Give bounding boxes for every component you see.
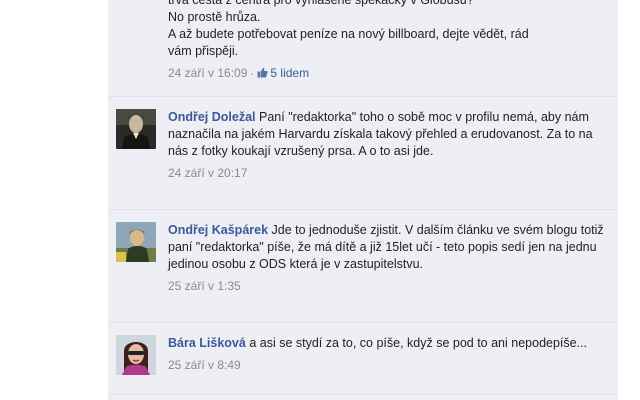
avatar[interactable] <box>116 109 156 149</box>
comment-item <box>108 395 618 400</box>
comment-meta: 25 září v 1:35 <box>168 278 610 294</box>
comment-item: Ondřej Doležal Paní "redaktorka" toho o … <box>108 97 618 210</box>
avatar[interactable] <box>116 335 156 375</box>
comment-item: Bára Lišková a asi se stydí za to, co pí… <box>108 323 618 395</box>
like-count-text: 5 lidem <box>270 66 310 80</box>
comment-text-line: A až budete potřebovat peníze na nový bi… <box>168 27 529 41</box>
comment-timestamp[interactable]: 25 září v 1:35 <box>168 279 241 293</box>
facebook-comments-screenshot: trvá cesta z centra pro vyhlášené špekáč… <box>0 0 640 400</box>
thumbs-up-icon <box>257 66 268 78</box>
comment-meta: 24 září v 16:09 · 5 lidem <box>168 65 610 81</box>
comment-author[interactable]: Bára Lišková <box>168 336 246 350</box>
comment-text: a asi se stydí za to, co píše, když se p… <box>249 336 588 350</box>
like-count-link[interactable]: 5 lidem <box>257 66 309 80</box>
comment-author[interactable]: Ondřej Doležal <box>168 110 256 124</box>
comment-text-line: trvá cesta z centra pro vyhlášené špekáč… <box>168 0 474 7</box>
comment-body: Ondřej Doležal Paní "redaktorka" toho o … <box>168 109 610 160</box>
comment-timestamp[interactable]: 24 září v 20:17 <box>168 166 247 180</box>
comment-body: Ondřej Kašpárek Jde to jednoduše zjistit… <box>168 222 610 273</box>
comment-item: Ondřej Kašpárek Jde to jednoduše zjistit… <box>108 210 618 323</box>
comment-body: trvá cesta z centra pro vyhlášené špekáč… <box>168 0 610 60</box>
comment-body: Bára Lišková a asi se stydí za to, co pí… <box>168 335 610 352</box>
comment-item: trvá cesta z centra pro vyhlášené špekáč… <box>108 0 618 97</box>
comment-text-line: vám přispěji. <box>168 44 239 58</box>
comment-timestamp[interactable]: 25 září v 8:49 <box>168 358 241 372</box>
comment-meta: 24 září v 20:17 <box>168 165 610 181</box>
comment-text-line: No prostě hrůza. <box>168 10 261 24</box>
meta-separator: · <box>250 66 255 80</box>
comment-timestamp[interactable]: 24 září v 16:09 <box>168 66 247 80</box>
comment-meta: 25 září v 8:49 <box>168 357 610 373</box>
comment-author[interactable]: Ondřej Kašpárek <box>168 223 268 237</box>
avatar[interactable] <box>116 222 156 262</box>
comment-list: trvá cesta z centra pro vyhlášené špekáč… <box>108 0 618 400</box>
